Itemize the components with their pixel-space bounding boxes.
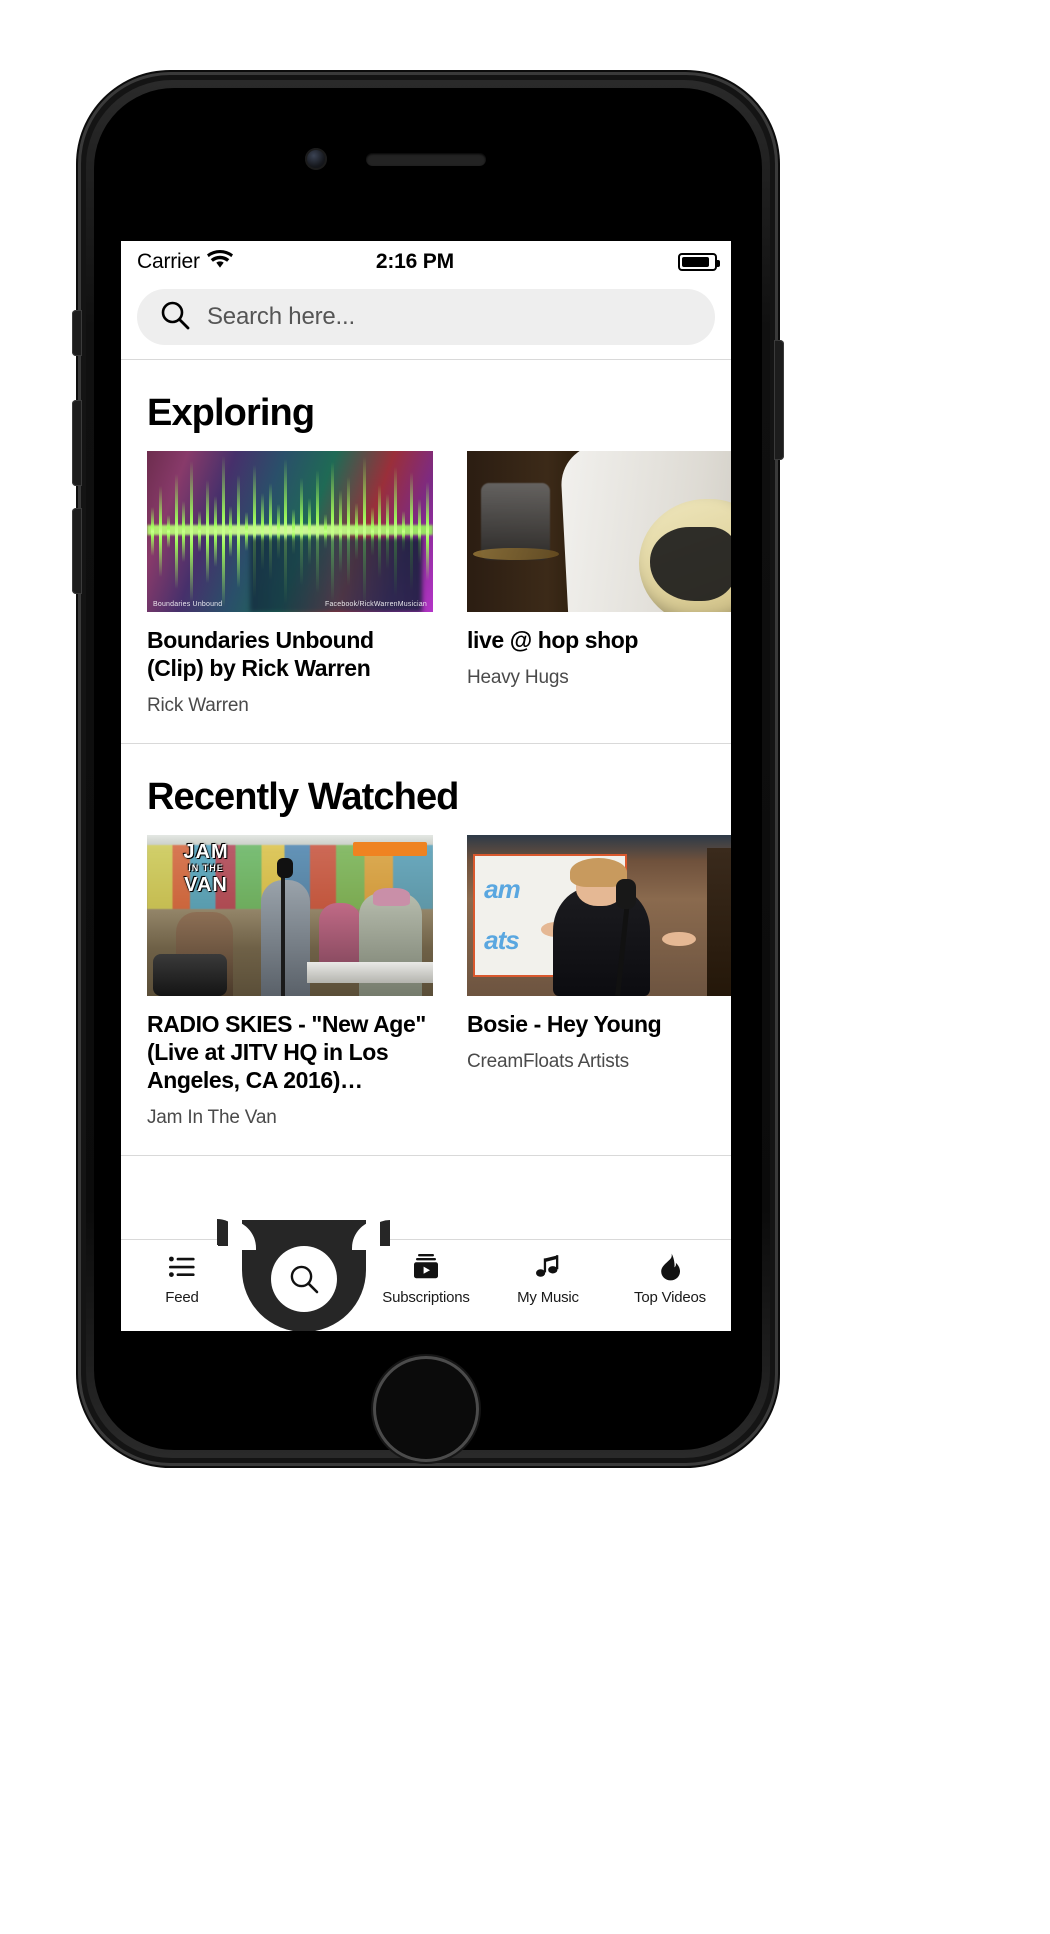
tab-label-top-videos: Top Videos [634, 1289, 706, 1306]
subscriptions-icon [412, 1252, 440, 1282]
power-button[interactable] [774, 340, 784, 460]
video-channel: Jam In The Van [147, 1107, 277, 1129]
battery-icon [678, 253, 720, 271]
video-card[interactable]: Boundaries Unbound Facebook/RickWarrenMu… [147, 451, 433, 717]
thumbnail-logo-line1: JAM [183, 840, 229, 863]
tab-bar: Feed Subscriptions My Music Top Videos [121, 1220, 731, 1331]
video-thumbnail[interactable]: JAM IN THE VAN [147, 835, 433, 997]
card-row-recently-watched[interactable]: JAM IN THE VAN RADIO SKIES - "New Age" (… [121, 835, 731, 1155]
earpiece-speaker [366, 153, 486, 166]
thumbnail-banner-line2: ats [484, 925, 520, 956]
video-thumbnail[interactable] [467, 451, 731, 612]
thumbnail-logo-line3: VAN [184, 873, 228, 896]
thumbnail-logo: JAM IN THE VAN [152, 840, 260, 896]
status-bar-right [597, 253, 720, 271]
thumbnail-art-guitarist [467, 451, 731, 612]
app-screen: Carrier 2:16 PM Search here... Exploring… [121, 241, 731, 1331]
thumbnail-art-waveform: Boundaries Unbound Facebook/RickWarrenMu… [147, 451, 433, 612]
search-header: Search here... [121, 283, 731, 360]
video-card[interactable]: JAM IN THE VAN RADIO SKIES - "New Age" (… [147, 835, 433, 1129]
video-thumbnail[interactable]: am ats [467, 835, 731, 997]
video-channel: CreamFloats Artists [467, 1051, 629, 1073]
section-title: Recently Watched [147, 776, 459, 819]
status-bar-left: Carrier [137, 250, 233, 274]
thumbnail-overlay-source: Facebook/RickWarrenMusician [324, 601, 427, 608]
card-row-exploring[interactable]: Boundaries Unbound Facebook/RickWarrenMu… [121, 451, 731, 743]
mute-switch[interactable] [72, 310, 82, 356]
search-input[interactable]: Search here... [137, 289, 715, 345]
video-title: Bosie - Hey Young [467, 1011, 662, 1038]
section-title: Exploring [147, 392, 315, 434]
wifi-icon [206, 250, 233, 274]
tab-top-videos[interactable]: Top Videos [609, 1252, 731, 1306]
tab-label-my-music: My Music [517, 1289, 579, 1306]
video-title: RADIO SKIES - "New Age" (Live at JITV HQ… [147, 1011, 426, 1094]
section-recently-watched: Recently Watched JAM IN THE VAN RADIO SK… [121, 744, 731, 1157]
video-title: Boundaries Unbound (Clip) by Rick Warren [147, 627, 374, 682]
thumbnail-overlay-title: Boundaries Unbound [153, 601, 223, 608]
status-bar: Carrier 2:16 PM [121, 241, 731, 283]
carrier-label: Carrier [137, 250, 200, 273]
video-thumbnail[interactable]: Boundaries Unbound Facebook/RickWarrenMu… [147, 451, 433, 612]
home-button[interactable] [373, 1356, 479, 1462]
music-note-icon [535, 1252, 561, 1282]
tab-subscriptions[interactable]: Subscriptions [365, 1252, 487, 1306]
search-icon [159, 299, 191, 336]
search-circle-icon[interactable] [271, 1246, 337, 1312]
video-card[interactable]: live @ hop shop Heavy Hugs [467, 451, 731, 717]
thumbnail-art-singer: am ats [467, 835, 731, 997]
video-channel: Heavy Hugs [467, 667, 569, 689]
screenshot-stage: Carrier 2:16 PM Search here... Exploring… [0, 0, 1050, 1934]
flame-icon [658, 1252, 682, 1282]
volume-up-button[interactable] [72, 400, 82, 486]
list-icon [169, 1252, 195, 1282]
video-title: live @ hop shop [467, 627, 639, 653]
volume-down-button[interactable] [72, 508, 82, 594]
section-exploring: Exploring Boundaries Unbound Facebook/Ri… [121, 360, 731, 745]
tab-label-feed: Feed [165, 1289, 199, 1306]
thumbnail-banner-line1: am [484, 873, 521, 904]
battery-level [682, 257, 710, 267]
search-placeholder: Search here... [207, 303, 355, 330]
tab-my-music[interactable]: My Music [487, 1252, 609, 1306]
clock-label: 2:16 PM [375, 250, 454, 273]
thumbnail-art-jam-in-the-van: JAM IN THE VAN [147, 835, 433, 997]
front-camera [305, 148, 327, 170]
thumbnail-logo-line2: IN THE [188, 862, 224, 873]
video-channel: Rick Warren [147, 695, 249, 717]
tab-feed[interactable]: Feed [121, 1252, 243, 1306]
tab-label-subscriptions: Subscriptions [382, 1289, 470, 1306]
video-card[interactable]: am ats Bosie - Hey Young CreamFloats Art… [467, 835, 731, 1129]
